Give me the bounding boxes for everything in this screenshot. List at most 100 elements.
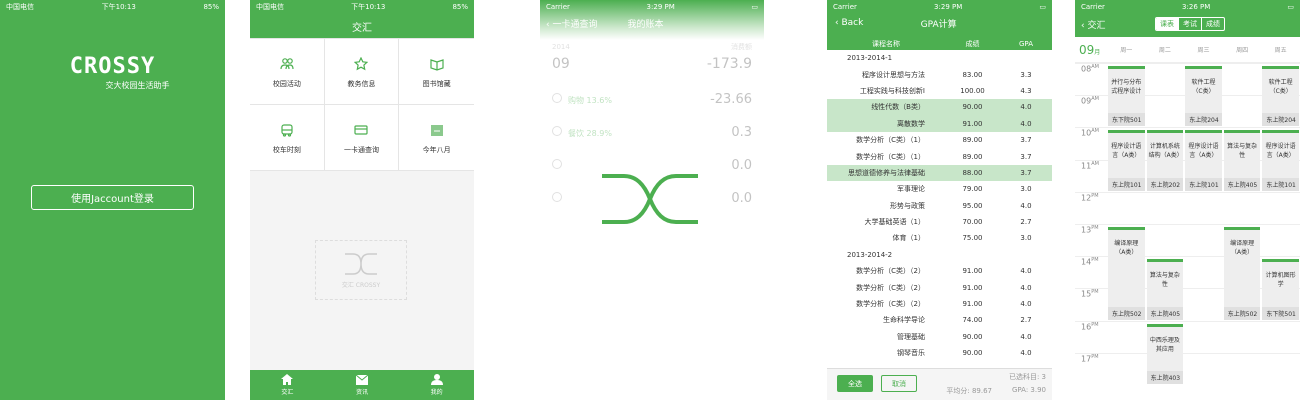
course-gpa: 4.0 (1020, 349, 1032, 358)
back-button[interactable]: ‹ 交汇 (1081, 18, 1105, 31)
time-label: 下午10:13 (351, 2, 386, 11)
category-value: 0.3 (731, 125, 752, 140)
header: Carrier 3:29 PM ▭ ‹ Back GPA计算 (827, 0, 1052, 37)
table-row[interactable]: 大学基础英语（1） 70.00 2.7 (827, 214, 1052, 230)
select-all-button[interactable]: 全选 (837, 375, 873, 392)
table-row[interactable]: 钢琴音乐 90.00 4.0 (827, 345, 1052, 361)
table-row[interactable]: 数学分析（C类）（1） 89.00 3.7 (827, 132, 1052, 148)
time-label: 3:26 PM (1182, 2, 1211, 11)
grid-item-this-august[interactable]: 今年八月 (399, 105, 474, 171)
segment-grades[interactable]: 成绩 (1202, 18, 1224, 30)
course-gpa: 4.0 (1020, 103, 1032, 112)
time-label: 3:29 PM (646, 2, 675, 11)
table-row[interactable]: 体育（1） 75.00 3.0 (827, 230, 1052, 246)
table-row[interactable]: 工程实践与科技创新I 100.00 4.3 (827, 83, 1052, 99)
course-score: 90.00 (962, 332, 983, 341)
person-icon (430, 374, 443, 385)
home-screen: 中国电信 下午10:13 85% 交汇 校园活动 教务信息 图书馆藏 校车时刻 … (250, 0, 474, 400)
grid-item-label: 校车时刻 (272, 145, 301, 154)
back-button[interactable]: ‹ Back (835, 18, 863, 28)
hour-label: 17 (1081, 354, 1092, 364)
grid-item-library[interactable]: 图书馆藏 (399, 39, 474, 105)
month-number: 09 (552, 56, 570, 72)
tab-label: 资讯 (356, 388, 369, 396)
hour-label: 08 (1081, 64, 1092, 74)
list-item[interactable]: 购物 13.6% -23.66 (552, 92, 752, 107)
back-label: 一卡通查询 (552, 19, 598, 30)
class-block[interactable]: 程序设计语言（A类） 东上院101 (1185, 130, 1222, 191)
weekday-label: 周三 (1197, 47, 1210, 54)
table-row[interactable]: 生命科学导论 74.00 2.7 (827, 312, 1052, 328)
class-title: 编译原理（A类） (1114, 240, 1139, 256)
segment-exams[interactable]: 考试 (1179, 18, 1202, 30)
home-icon (281, 374, 294, 385)
category-value: 0.0 (731, 158, 752, 173)
term-header-row[interactable]: 2013-2014-1 (827, 50, 1052, 66)
year-label: 2014 (552, 43, 570, 51)
course-score: 91.00 (962, 300, 983, 309)
class-block[interactable]: 软件工程（C类） 东上院204 (1262, 66, 1299, 127)
course-name: 数学分析（C类）（2） (856, 283, 925, 292)
class-block[interactable]: 计算机系统结构（A类） 东上院202 (1146, 130, 1184, 191)
tab-home[interactable]: 交汇 (250, 370, 325, 400)
class-block[interactable]: 程序设计语言（A类） 东上院101 (1108, 130, 1145, 191)
jaccount-login-button[interactable]: 使用Jaccount登录 (31, 185, 194, 210)
tab-news[interactable]: 资讯 (325, 370, 400, 400)
login-screen: 中国电信 下午10:13 85% CROSSY 交大校园生活助手 使用Jacco… (0, 0, 225, 400)
table-row[interactable]: 数学分析（C类）（2） 91.00 4.0 (827, 296, 1052, 312)
tab-bar: 交汇 资讯 我的 (250, 370, 474, 400)
segment-schedule[interactable]: 课表 (1156, 18, 1179, 30)
term-header-row[interactable]: 2013-2014-2 (827, 247, 1052, 263)
table-row[interactable]: 数学分析（C类）（2） 91.00 4.0 (827, 279, 1052, 295)
class-block[interactable]: 并行与分布式程序设计 东下院501 (1108, 66, 1145, 127)
feature-grid: 校园活动 教务信息 图书馆藏 校车时刻 一卡通查询 今年八月 (250, 38, 474, 171)
class-block[interactable]: 程序设计语言（A类） 东上院101 (1262, 130, 1299, 191)
back-button[interactable]: ‹ 一卡通查询 (546, 17, 597, 30)
class-block[interactable]: 算法与复杂性 东上院405 (1146, 259, 1184, 320)
table-row[interactable]: 数学分析（C类）（2） 91.00 4.0 (827, 263, 1052, 279)
tab-label: 交汇 (281, 389, 294, 396)
course-score: 90.00 (962, 103, 983, 112)
total-value: -173.9 (706, 56, 752, 72)
class-block[interactable]: 软件工程（C类） 东上院204 (1185, 66, 1222, 127)
table-row[interactable]: 军事理论 79.00 3.0 (827, 181, 1052, 197)
class-block[interactable]: 算法与复杂性 东上院405 (1223, 130, 1261, 191)
grid-item-card-query[interactable]: 一卡通查询 (324, 105, 400, 171)
list-item[interactable]: 餐饮 28.9% 0.3 (552, 125, 752, 140)
table-row[interactable]: 思想道德修养与法律基础 88.00 3.7 (827, 164, 1052, 182)
course-name: 生命科学导论 (883, 316, 925, 325)
table-row[interactable]: 管理基础 90.00 4.0 (827, 329, 1052, 345)
hour-label: 12 (1081, 193, 1092, 203)
table-row[interactable]: 线性代数（B类） 90.00 4.0 (827, 99, 1052, 116)
weekday-label: 周四 (1236, 47, 1249, 54)
course-score: 90.00 (962, 349, 983, 358)
page-title: 我的账本 (627, 19, 664, 30)
table-row[interactable]: 数学分析（C类）（1） 89.00 3.7 (827, 148, 1052, 164)
class-block[interactable]: 编译原理（A类） 东上院502 (1223, 227, 1261, 320)
hour-label: 14 (1081, 257, 1092, 267)
grid-item-academic-info[interactable]: 教务信息 (324, 39, 400, 105)
class-block[interactable]: 中西乐理及其应用 东上院403 (1146, 323, 1184, 384)
category-value: -23.66 (710, 92, 752, 107)
class-title: 程序设计语言（A类） (1265, 143, 1296, 160)
course-gpa: 3.0 (1020, 185, 1032, 194)
course-name: 工程实践与科技创新I (859, 86, 925, 95)
tab-profile[interactable]: 我的 (399, 370, 474, 400)
class-block[interactable]: 编译原理（A类） 东上院502 (1108, 227, 1145, 320)
class-block[interactable]: 计算机图形学 东下院501 (1262, 259, 1299, 320)
grid-item-bus-schedule[interactable]: 校车时刻 (250, 105, 325, 171)
hour-row: 12PM (1075, 191, 1300, 224)
weekday-label: 周二 (1158, 47, 1171, 54)
list-item[interactable]: 0.0 (552, 158, 752, 173)
course-score: 88.00 (962, 168, 983, 177)
status-bar: Carrier 3:29 PM ▭ (827, 0, 1052, 13)
grid-item-campus-activities[interactable]: 校园活动 (250, 39, 325, 105)
cancel-button[interactable]: 取消 (881, 375, 917, 392)
course-gpa: 4.0 (1020, 300, 1032, 309)
table-row[interactable]: 形势与政策 95.00 4.0 (827, 198, 1052, 214)
back-label: Back (841, 18, 864, 28)
ledger-header-row: 2014 消费额 (552, 42, 752, 52)
weekday-header: 09月 周一 周二 周三 周四 周五 (1075, 37, 1300, 63)
table-row[interactable]: 程序设计思想与方法 83.00 3.3 (827, 66, 1052, 82)
table-row[interactable]: 离散数学 91.00 4.0 (827, 115, 1052, 132)
